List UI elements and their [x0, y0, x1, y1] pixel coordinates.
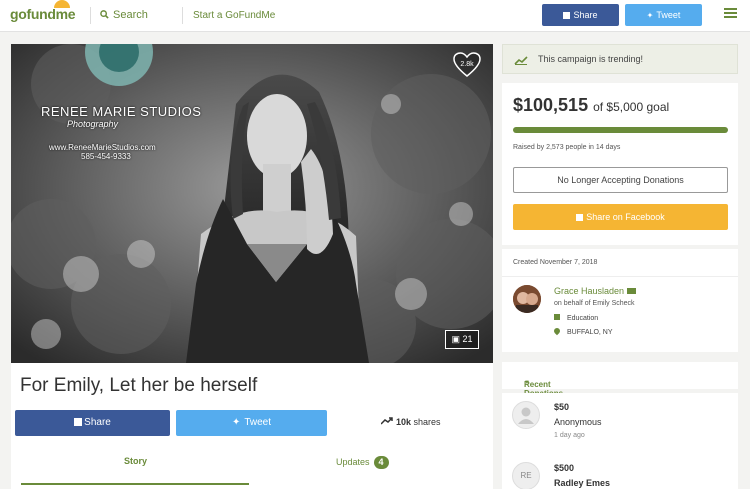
active-tab-indicator [21, 483, 249, 485]
no-longer-accepting-donations-button[interactable]: No Longer Accepting Donations [513, 167, 728, 193]
donation-time: 1 day ago [554, 432, 585, 439]
location-pin-icon [552, 326, 562, 336]
trending-banner: This campaign is trending! [502, 44, 738, 74]
goal-text: of $5,000 goal [593, 100, 670, 114]
search-icon [100, 10, 109, 19]
facebook-icon [563, 12, 571, 19]
twitter-icon: ✦ [231, 417, 241, 428]
header-tweet-button[interactable]: ✦ Tweet [625, 4, 702, 26]
campaign-main: 2.8k RENEE MARIE STUDIOS Photography www… [11, 44, 493, 489]
header-divider [182, 7, 183, 24]
tab-story[interactable]: Story [124, 456, 147, 466]
search-link[interactable]: Search [100, 9, 148, 21]
watermark-line: Photography [67, 119, 119, 129]
trending-text: This campaign is trending! [538, 54, 644, 64]
hamburger-menu-icon[interactable] [724, 8, 737, 18]
gofundme-logo[interactable]: gofundme [10, 0, 76, 22]
organizer-photo [513, 285, 541, 313]
organizer-name[interactable]: Grace Hausladen [554, 286, 637, 296]
start-campaign-link[interactable]: Start a GoFundMe [193, 10, 275, 21]
donor-avatar-initials: RE [512, 462, 540, 489]
donor-name: Anonymous [554, 417, 602, 427]
twitter-icon: ✦ [646, 11, 654, 20]
campaign-photo[interactable]: 2.8k RENEE MARIE STUDIOS Photography www… [11, 44, 493, 363]
beneficiary-text: on behalf of Emily Scheck [554, 300, 635, 307]
trending-chart-icon [514, 56, 528, 65]
trending-arrow-icon [380, 417, 393, 425]
watermark-line: RENEE MARIE STUDIOS [41, 104, 202, 119]
shares-count: 10k shares [380, 417, 441, 427]
header-divider [90, 7, 91, 24]
donor-avatar [512, 401, 540, 429]
photo-count-button[interactable]: ▣ 21 [445, 330, 479, 349]
header-facebook-share-button[interactable]: Share [542, 4, 619, 26]
favorite-heart-icon[interactable]: 2.8k [453, 52, 481, 78]
updates-count-badge: 4 [373, 456, 389, 469]
favorites-count: 2.8k [460, 61, 474, 68]
facebook-share-button[interactable]: Share [15, 410, 170, 436]
photographer-watermark: RENEE MARIE STUDIOS Photography www.Rene… [41, 104, 201, 161]
share-on-facebook-button[interactable]: Share on Facebook [513, 204, 728, 230]
campaign-category[interactable]: Education [554, 314, 598, 322]
campaign-photo-image [11, 44, 493, 363]
divider [502, 276, 738, 277]
created-date: Created November 7, 2018 [513, 259, 598, 266]
donation-card: $100,515 of $5,000 goal Raised by 2,573 … [502, 83, 738, 245]
logo-text: gofundme [10, 6, 76, 22]
tab-updates[interactable]: Updates 4 [336, 456, 389, 469]
amount-raised: $100,515 of $5,000 goal [513, 95, 670, 115]
tag-icon [554, 314, 560, 320]
watermark-line: 585-454-9333 [81, 152, 131, 161]
organizer-card: Created November 7, 2018 Grace Hausladen… [502, 249, 738, 352]
facebook-icon [576, 214, 584, 221]
raised-by-text: Raised by 2,573 people in 14 days [513, 144, 621, 151]
caret-down-icon: ▼ [524, 380, 530, 386]
camera-icon: ▣ [451, 334, 460, 344]
campaign-location: BUFFALO, NY [552, 326, 613, 336]
donations-list: $50 Anonymous 1 day ago RE $500 Radley E… [502, 393, 738, 489]
person-icon [518, 407, 534, 424]
progress-bar [513, 127, 728, 133]
facebook-icon [74, 418, 83, 426]
organizer-avatar[interactable] [513, 285, 541, 313]
watermark-line: www.ReneeMarieStudios.com [49, 143, 156, 152]
envelope-icon[interactable] [627, 288, 637, 294]
tweet-button[interactable]: ✦ Tweet [176, 410, 327, 436]
donation-amount: $500 [554, 463, 575, 473]
donation-amount: $50 [554, 402, 570, 412]
donor-name: Radley Emes [554, 478, 611, 488]
campaign-title: For Emily, Let her be herself [20, 375, 258, 396]
recent-donations-header[interactable]: Recent Donations ▼ [502, 362, 738, 398]
top-navigation-bar: gofundme Search Start a GoFundMe Share ✦… [0, 0, 750, 32]
logo-sun-icon [54, 0, 70, 8]
